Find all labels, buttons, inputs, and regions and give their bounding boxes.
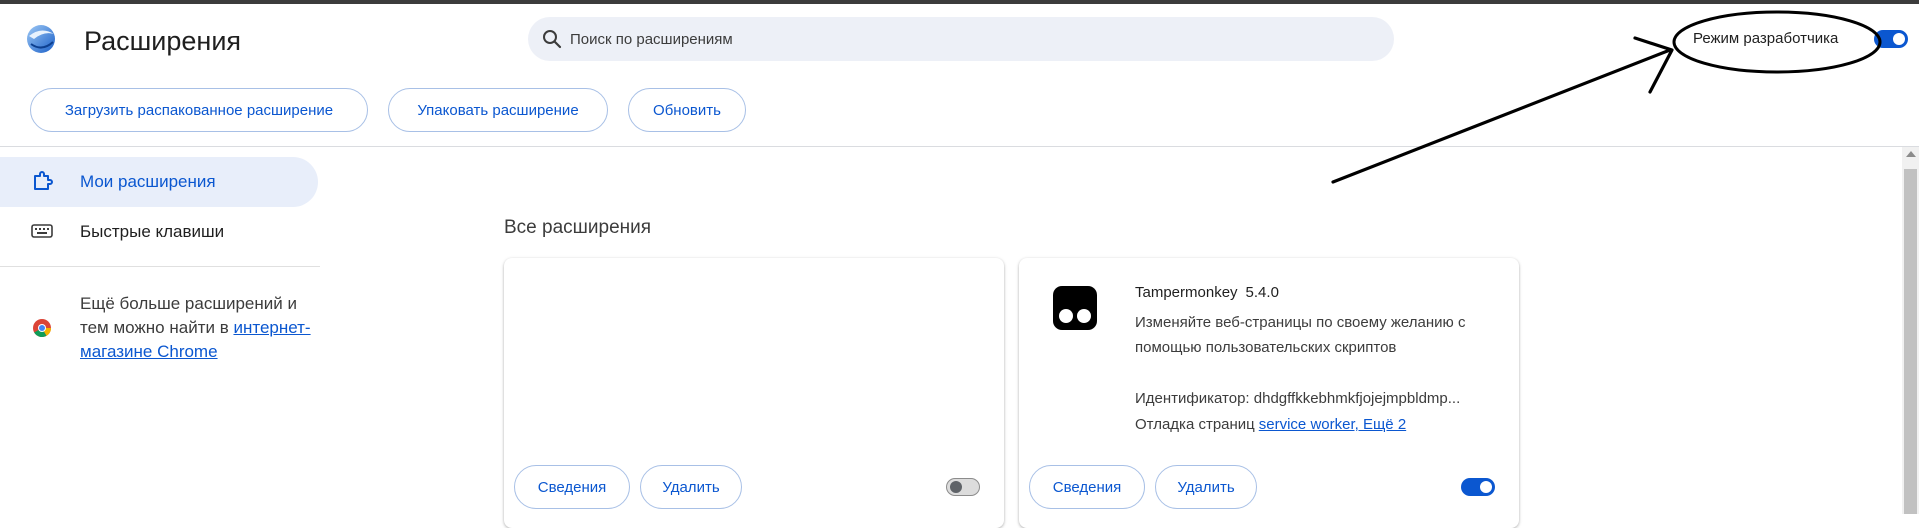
extension-enable-toggle[interactable] bbox=[946, 478, 980, 496]
extension-card: Сведения Удалить bbox=[504, 258, 1004, 528]
details-button[interactable]: Сведения bbox=[514, 465, 630, 509]
search-bar[interactable] bbox=[528, 17, 1394, 61]
annotation-arrow bbox=[1331, 36, 1674, 184]
extension-version: 5.4.0 bbox=[1245, 284, 1279, 301]
inspect-views: Отладка страниц service worker, Ещё 2 bbox=[1135, 416, 1406, 433]
section-title: Все расширения bbox=[504, 217, 652, 238]
vertical-scrollbar[interactable] bbox=[1902, 147, 1919, 514]
extension-description: Изменяйте веб-страницы по своему желанию… bbox=[1135, 314, 1466, 356]
remove-button[interactable]: Удалить bbox=[640, 465, 742, 509]
details-button[interactable]: Сведения bbox=[1029, 465, 1145, 509]
extensions-logo-icon bbox=[27, 25, 55, 53]
toggle-knob bbox=[1893, 33, 1905, 45]
toggle-knob bbox=[950, 481, 962, 493]
extension-id: Идентификатор: dhdgffkkebhmkfjojejmpbldm… bbox=[1135, 390, 1461, 407]
scroll-thumb[interactable] bbox=[1904, 169, 1917, 514]
chrome-webstore-icon bbox=[33, 319, 52, 338]
puzzle-icon bbox=[34, 171, 53, 190]
sidebar-item-label: Мои расширения bbox=[80, 172, 216, 191]
dev-mode-label: Режим разработчика bbox=[1693, 30, 1839, 47]
search-icon bbox=[543, 30, 562, 49]
extension-name-row: Tampermonkey 5.4.0 bbox=[1135, 284, 1279, 301]
pack-extension-button[interactable]: Упаковать расширение bbox=[388, 88, 608, 132]
tampermonkey-icon bbox=[1053, 286, 1097, 330]
extension-enable-toggle[interactable] bbox=[1461, 478, 1495, 496]
scroll-up-arrow-icon[interactable] bbox=[1906, 151, 1916, 157]
keyboard-icon[interactable] bbox=[31, 223, 53, 239]
header-divider bbox=[0, 146, 1919, 147]
toggle-knob bbox=[1480, 481, 1492, 493]
webstore-promo: Ещё больше расширений и тем можно найти … bbox=[80, 292, 320, 364]
window-top-bar bbox=[0, 0, 1919, 4]
remove-button[interactable]: Удалить bbox=[1155, 465, 1257, 509]
search-input[interactable] bbox=[570, 17, 1370, 61]
extension-card-tampermonkey: Tampermonkey 5.4.0 Изменяйте веб-страницы… bbox=[1019, 258, 1519, 528]
load-unpacked-button[interactable]: Загрузить распакованное расширение bbox=[30, 88, 368, 132]
sidebar-divider bbox=[0, 266, 320, 267]
page-title: Расширения bbox=[84, 26, 242, 56]
update-button[interactable]: Обновить bbox=[628, 88, 746, 132]
service-worker-link[interactable]: service worker, Ещё 2 bbox=[1259, 416, 1406, 433]
sidebar-item-shortcuts[interactable]: Быстрые клавиши bbox=[80, 222, 224, 242]
dev-mode-toggle[interactable] bbox=[1874, 30, 1908, 48]
extension-name: Tampermonkey bbox=[1135, 284, 1238, 301]
inspect-views-label: Отладка страниц bbox=[1135, 416, 1255, 433]
